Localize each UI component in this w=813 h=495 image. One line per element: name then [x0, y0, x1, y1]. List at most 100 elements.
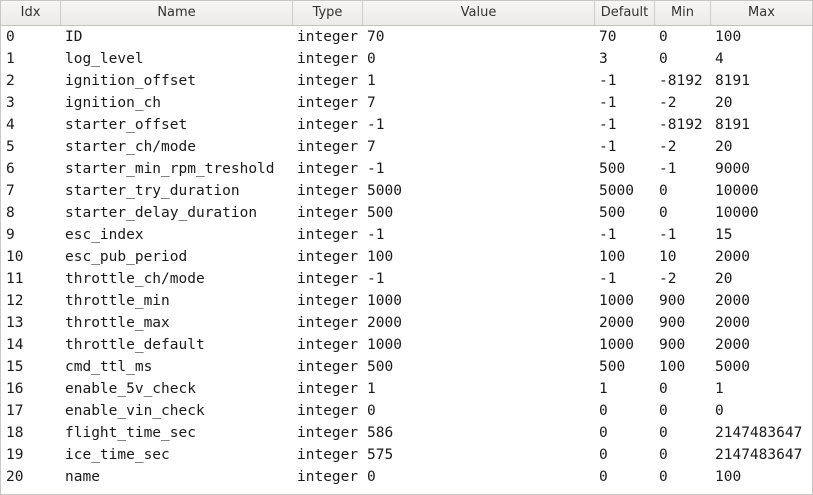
parameter-value-cell[interactable]: -1 — [363, 114, 595, 136]
parameter-value-cell[interactable]: 575 — [363, 444, 595, 466]
parameter-type-cell: integer — [297, 425, 359, 441]
parameter-value-cell[interactable]: 70 — [363, 26, 595, 48]
parameter-value-cell[interactable]: 500 — [363, 202, 595, 224]
parameter-name-cell[interactable]: throttle_max — [61, 312, 293, 334]
parameter-name-cell[interactable]: starter_min_rpm_treshold — [61, 158, 293, 180]
parameter-value-cell[interactable]: 5000 — [363, 180, 595, 202]
parameter-value-cell[interactable]: 0 — [363, 400, 595, 422]
parameter-name-cell[interactable]: name — [61, 466, 293, 488]
parameter-type-cell: integer — [297, 95, 359, 111]
table-row[interactable]: 12 throttle_min integer 1000 1000 900 2000 — [1, 290, 812, 312]
parameter-value-cell[interactable]: 100 — [363, 246, 595, 268]
parameter-type-cell: integer — [297, 337, 359, 353]
parameter-type-cell: integer — [297, 293, 359, 309]
column-header-idx[interactable]: Idx — [1, 1, 61, 25]
table-row[interactable]: 11 throttle_ch/mode integer -1 -1 -2 20 — [1, 268, 812, 290]
row-index-cell: 16 — [6, 381, 24, 397]
parameter-name-cell[interactable]: throttle_min — [61, 290, 293, 312]
parameter-value-cell[interactable]: -1 — [363, 268, 595, 290]
parameter-name-cell[interactable]: starter_ch/mode — [61, 136, 293, 158]
parameter-name-cell[interactable]: starter_delay_duration — [61, 202, 293, 224]
parameter-name-cell[interactable]: ice_time_sec — [61, 444, 293, 466]
parameter-min-cell: 900 — [659, 315, 686, 331]
parameter-min-cell: -1 — [659, 227, 677, 243]
parameter-value-cell[interactable]: 1 — [363, 70, 595, 92]
parameter-name-cell[interactable]: cmd_ttl_ms — [61, 356, 293, 378]
parameter-name-cell[interactable]: throttle_ch/mode — [61, 268, 293, 290]
parameter-max-cell: 1 — [715, 381, 724, 397]
table-row[interactable]: 8 starter_delay_duration integer 500 500 0 100… — [1, 202, 812, 224]
row-index-cell: 2 — [6, 73, 15, 89]
parameter-name-cell[interactable]: starter_offset — [61, 114, 293, 136]
row-index-cell: 11 — [6, 271, 24, 287]
table-row[interactable]: 15 cmd_ttl_ms integer 500 500 100 5000 — [1, 356, 812, 378]
parameter-name-cell[interactable]: flight_time_sec — [61, 422, 293, 444]
parameter-value-cell[interactable]: 1000 — [363, 290, 595, 312]
table-row[interactable]: 16 enable_5v_check integer 1 1 0 1 — [1, 378, 812, 400]
parameter-min-cell: -8192 — [659, 117, 703, 133]
parameter-max-cell: 4 — [715, 51, 724, 67]
parameter-value-cell[interactable]: 7 — [363, 136, 595, 158]
table-row[interactable]: 9 esc_index integer -1 -1 -1 15 — [1, 224, 812, 246]
table-row[interactable]: 10 esc_pub_period integer 100 100 10 2000 — [1, 246, 812, 268]
parameter-type-cell: integer — [297, 271, 359, 287]
parameter-value-cell[interactable]: 0 — [363, 48, 595, 70]
parameter-name-cell[interactable]: starter_try_duration — [61, 180, 293, 202]
parameter-min-cell: 0 — [659, 403, 668, 419]
table-row[interactable]: 17 enable_vin_check integer 0 0 0 0 — [1, 400, 812, 422]
parameter-name-cell[interactable]: esc_pub_period — [61, 246, 293, 268]
parameter-max-cell: 20 — [715, 271, 733, 287]
parameter-max-cell: 100 — [715, 469, 742, 485]
parameter-value-cell[interactable]: -1 — [363, 224, 595, 246]
table-row[interactable]: 1 log_level integer 0 3 0 4 — [1, 48, 812, 70]
parameter-value-cell[interactable]: 1000 — [363, 334, 595, 356]
parameter-default-cell: 5000 — [599, 183, 634, 199]
parameter-name-cell[interactable]: enable_vin_check — [61, 400, 293, 422]
parameter-value-cell[interactable]: 0 — [363, 466, 595, 488]
table-row[interactable]: 2 ignition_offset integer 1 -1 -8192 8191 — [1, 70, 812, 92]
parameter-type-cell: integer — [297, 205, 359, 221]
parameter-max-cell: 0 — [715, 403, 724, 419]
parameter-type-cell: integer — [297, 227, 359, 243]
parameter-default-cell: 100 — [599, 249, 626, 265]
table-row[interactable]: 3 ignition_ch integer 7 -1 -2 20 — [1, 92, 812, 114]
parameter-name-cell[interactable]: esc_index — [61, 224, 293, 246]
table-row[interactable]: 7 starter_try_duration integer 5000 5000 0 100… — [1, 180, 812, 202]
table-row[interactable]: 0 ID integer 70 70 0 100 — [1, 26, 812, 48]
parameter-value-cell[interactable]: 500 — [363, 356, 595, 378]
table-row[interactable]: 20 name integer 0 0 0 100 — [1, 466, 812, 488]
table-row[interactable]: 13 throttle_max integer 2000 2000 900 2000 — [1, 312, 812, 334]
parameter-default-cell: -1 — [599, 73, 617, 89]
parameter-type-cell: integer — [297, 51, 359, 67]
parameter-name-cell[interactable]: throttle_default — [61, 334, 293, 356]
table-row[interactable]: 14 throttle_default integer 1000 1000 900 2000 — [1, 334, 812, 356]
table-row[interactable]: 6 starter_min_rpm_treshold integer -1 500 -1 9… — [1, 158, 812, 180]
parameter-default-cell: 0 — [599, 403, 608, 419]
parameter-max-cell: 20 — [715, 95, 733, 111]
table-row[interactable]: 19 ice_time_sec integer 575 0 0 2147483647 — [1, 444, 812, 466]
column-header-max[interactable]: Max — [711, 1, 812, 25]
parameter-min-cell: -2 — [659, 95, 677, 111]
column-header-min[interactable]: Min — [655, 1, 711, 25]
parameter-value-cell[interactable]: 2000 — [363, 312, 595, 334]
column-header-name[interactable]: Name — [61, 1, 293, 25]
parameter-value-cell[interactable]: 1 — [363, 378, 595, 400]
table-row[interactable]: 18 flight_time_sec integer 586 0 0 2147483647 — [1, 422, 812, 444]
table-row[interactable]: 5 starter_ch/mode integer 7 -1 -2 20 — [1, 136, 812, 158]
column-header-type[interactable]: Type — [293, 1, 363, 25]
parameter-value-cell[interactable]: -1 — [363, 158, 595, 180]
column-header-value[interactable]: Value — [363, 1, 595, 25]
parameter-value-cell[interactable]: 586 — [363, 422, 595, 444]
parameter-default-cell: 500 — [599, 161, 626, 177]
parameter-name-cell[interactable]: ignition_ch — [61, 92, 293, 114]
parameter-value-cell[interactable]: 7 — [363, 92, 595, 114]
row-index-cell: 20 — [6, 469, 24, 485]
parameter-default-cell: 1000 — [599, 337, 634, 353]
table-row[interactable]: 4 starter_offset integer -1 -1 -8192 8191 — [1, 114, 812, 136]
parameter-name-cell[interactable]: ignition_offset — [61, 70, 293, 92]
parameter-name-cell[interactable]: log_level — [61, 48, 293, 70]
parameter-name-cell[interactable]: enable_5v_check — [61, 378, 293, 400]
column-header-default[interactable]: Default — [595, 1, 655, 25]
parameter-name-cell[interactable]: ID — [61, 26, 293, 48]
parameter-default-cell: 3 — [599, 51, 608, 67]
